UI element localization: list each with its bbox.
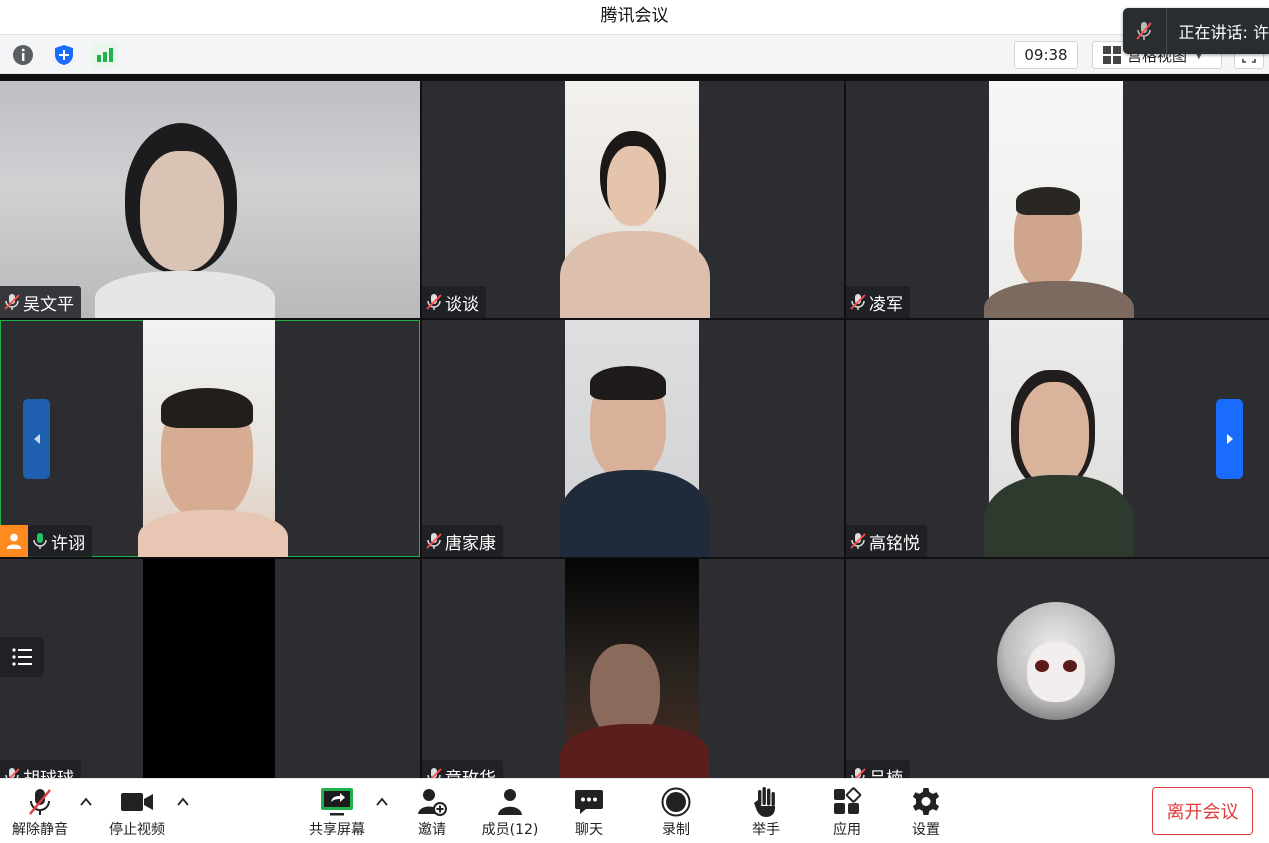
mic-muted-icon (427, 768, 442, 778)
apps-icon (834, 787, 862, 814)
share-screen-icon (321, 788, 353, 816)
info-icon[interactable] (10, 42, 36, 68)
participant-name-tag: 许诩 (0, 525, 92, 557)
participant-name: 吴文平 (23, 294, 74, 315)
chevron-up-icon[interactable] (176, 795, 190, 809)
participant-name: 唐家康 (445, 533, 496, 554)
grid-view-icon (1103, 46, 1121, 64)
participant-tile[interactable]: 吴文平 (0, 81, 420, 318)
unmute-button[interactable]: 解除静音 (8, 785, 72, 839)
chevron-right-icon (1226, 434, 1233, 444)
avatar (997, 602, 1115, 720)
participant-tile[interactable]: 章玫华 (422, 559, 844, 778)
list-icon (12, 648, 32, 666)
video-feed (0, 81, 420, 318)
mic-muted-icon (850, 533, 866, 549)
mic-muted-icon (4, 294, 20, 310)
members-label: 成员(12) (481, 822, 539, 838)
participant-name: 谈谈 (445, 294, 479, 315)
participant-tile[interactable]: 吕楠 (846, 559, 1269, 778)
host-badge-icon (0, 525, 28, 557)
participant-tile-active[interactable]: 许诩 (0, 320, 420, 557)
record-button[interactable]: 录制 (644, 785, 708, 839)
participant-name: 许诩 (51, 533, 85, 554)
settings-button[interactable]: 设置 (894, 785, 958, 839)
participant-name-tag: 唐家康 (422, 525, 503, 557)
chevron-left-icon (33, 434, 40, 444)
participant-name: 章玫华 (445, 764, 496, 779)
participant-name-tag: 高铭悦 (846, 525, 927, 557)
security-shield-icon[interactable] (51, 42, 77, 68)
record-label: 录制 (662, 822, 690, 838)
video-feed (143, 559, 275, 778)
apps-button[interactable]: 应用 (815, 785, 879, 839)
participant-name: 吕楠 (869, 764, 903, 779)
participant-name: 胡球球 (23, 764, 74, 779)
speaking-label: 正在讲话: 许 (1178, 23, 1269, 42)
mic-muted-icon (426, 533, 442, 549)
video-feed (138, 320, 288, 557)
mic-muted-icon (1123, 8, 1167, 54)
mic-muted-icon (851, 768, 866, 778)
participant-name-tag: 凌军 (846, 286, 910, 318)
gear-icon (912, 788, 940, 815)
chat-button[interactable]: 聊天 (557, 785, 621, 839)
settings-label: 设置 (912, 822, 940, 838)
participant-tile[interactable]: 高铭悦 (846, 320, 1269, 557)
participant-tile[interactable]: 谈谈 (422, 81, 844, 318)
meeting-controls: 解除静音 停止视频 共享屏幕 邀请 成员(12) 聊天 录制 举手 应用 设置 … (0, 778, 1269, 843)
video-feed (560, 81, 710, 318)
chat-icon (575, 790, 603, 814)
video-camera-icon (121, 793, 153, 811)
participant-name-tag: 章玫华 (422, 760, 503, 778)
invite-button[interactable]: 邀请 (400, 785, 464, 839)
stop-video-label: 停止视频 (109, 822, 165, 838)
apps-label: 应用 (833, 822, 861, 838)
participant-name-tag: 吕楠 (846, 760, 910, 778)
participant-tile[interactable]: 唐家康 (422, 320, 844, 557)
participant-tile[interactable]: 凌军 (846, 81, 1269, 318)
video-feed (560, 320, 710, 557)
add-person-icon (418, 789, 447, 816)
participant-name-tag: 胡球球 (0, 760, 81, 778)
share-screen-button[interactable]: 共享屏幕 (305, 785, 369, 839)
speaking-indicator: 正在讲话: 许 (1123, 8, 1269, 54)
share-screen-label: 共享屏幕 (309, 822, 365, 838)
raise-hand-button[interactable]: 举手 (734, 785, 798, 839)
network-signal-icon[interactable] (92, 42, 118, 68)
video-feed (984, 320, 1134, 557)
window-title: 腾讯会议 (0, 0, 1269, 34)
chat-label: 聊天 (575, 822, 603, 838)
leave-meeting-button[interactable]: 离开会议 (1152, 787, 1253, 835)
meeting-clock: 09:38 (1014, 41, 1078, 69)
raise-hand-icon (754, 787, 775, 817)
participant-list-toggle[interactable] (0, 637, 44, 677)
chevron-up-icon[interactable] (375, 795, 389, 809)
participant-name-tag: 吴文平 (0, 286, 81, 318)
participant-tile[interactable]: 胡球球 (0, 559, 420, 778)
video-feed (560, 559, 710, 778)
invite-label: 邀请 (418, 822, 446, 838)
next-page-button[interactable] (1216, 399, 1243, 479)
mic-muted-icon (426, 294, 442, 310)
members-icon (498, 789, 522, 815)
previous-page-button[interactable] (23, 399, 50, 479)
meeting-window: 腾讯会议 正在讲话: 许 09:38 宫格视图 ▼ 吴文平 谈谈 凌军 许诩 唐… (0, 0, 1269, 843)
video-feed (984, 81, 1134, 318)
unmute-label: 解除静音 (12, 822, 68, 838)
record-icon (661, 787, 691, 817)
members-button[interactable]: 成员(12) (475, 785, 545, 839)
mic-active-icon (33, 533, 47, 549)
participant-name: 高铭悦 (869, 533, 920, 554)
video-grid: 吴文平 谈谈 凌军 许诩 唐家康 高铭悦 (0, 74, 1269, 778)
mic-muted-icon (5, 768, 20, 778)
participant-name-tag: 谈谈 (422, 286, 486, 318)
participant-name: 凌军 (869, 294, 903, 315)
raise-hand-label: 举手 (752, 822, 780, 838)
stop-video-button[interactable]: 停止视频 (105, 785, 169, 839)
mic-muted-icon (850, 294, 866, 310)
mic-muted-icon (29, 789, 51, 815)
chevron-up-icon[interactable] (79, 795, 93, 809)
top-toolbar: 09:38 宫格视图 ▼ (0, 34, 1269, 74)
